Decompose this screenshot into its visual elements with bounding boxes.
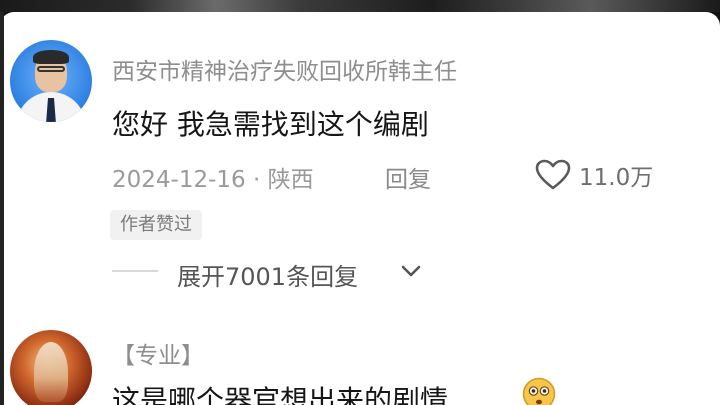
avatar-glasses bbox=[37, 66, 65, 72]
comment-date-location: 2024-12-16 · 陕西 bbox=[112, 167, 314, 193]
panel-left-edge bbox=[0, 12, 4, 405]
expand-divider bbox=[112, 270, 158, 272]
reply-button[interactable]: 回复 bbox=[385, 160, 431, 194]
comment-username[interactable]: 西安市精神治疗失败回收所韩主任 bbox=[112, 52, 457, 86]
comment-avatar[interactable] bbox=[10, 40, 92, 122]
video-top-strip bbox=[0, 0, 720, 12]
like-count: 11.0万 bbox=[579, 165, 654, 191]
avatar-figure bbox=[34, 342, 68, 402]
comment-username[interactable]: 【专业】 bbox=[112, 336, 204, 370]
astonished-face-emoji-icon bbox=[522, 377, 556, 405]
comment-avatar[interactable] bbox=[10, 330, 92, 405]
expand-replies-button[interactable]: 展开7001条回复 bbox=[177, 257, 358, 292]
heart-outline-icon bbox=[535, 159, 571, 190]
chevron-down-icon[interactable] bbox=[400, 262, 422, 280]
like-button[interactable]: 11.0万 bbox=[535, 157, 653, 193]
comment-text: 您好 我急需找到这个编剧 bbox=[112, 108, 429, 141]
comment-text: 这是哪个器官想出来的剧情 bbox=[112, 384, 449, 405]
avatar-hair bbox=[33, 50, 69, 64]
author-liked-badge: 作者赞过 bbox=[110, 210, 202, 240]
